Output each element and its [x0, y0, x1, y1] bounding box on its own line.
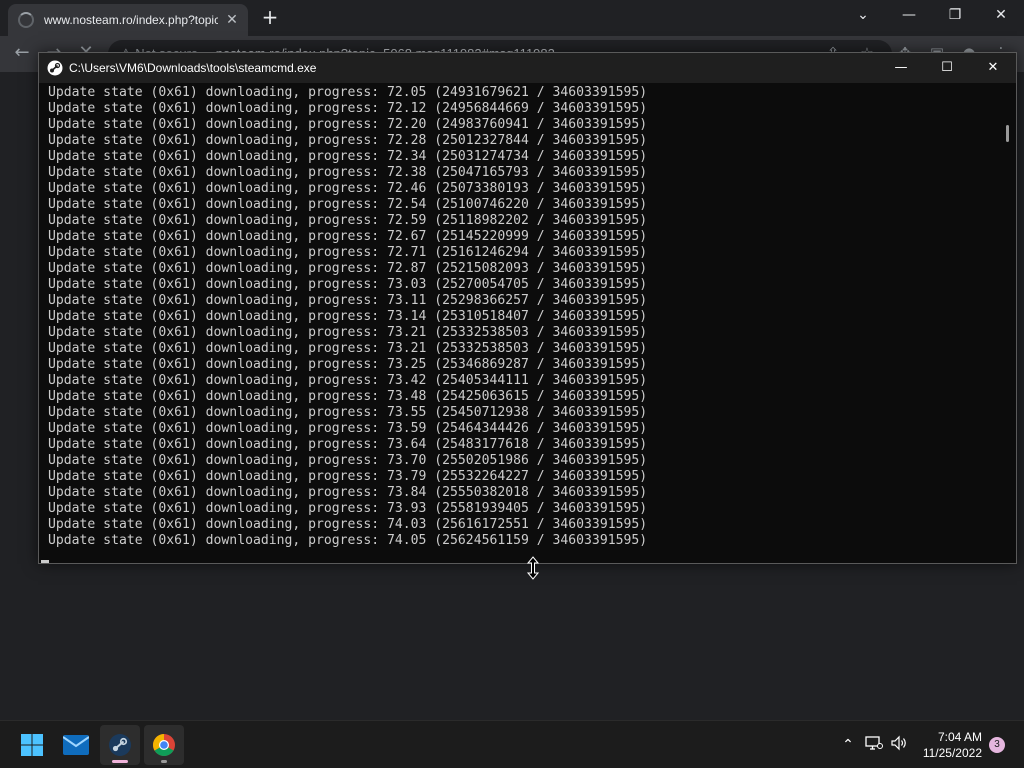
console-line: Update state (0x61) downloading, progres… [48, 117, 648, 132]
console-line: Update state (0x61) downloading, progres… [48, 213, 648, 228]
console-title: C:\Users\VM6\Downloads\tools\steamcmd.ex… [69, 61, 317, 75]
console-window[interactable]: C:\Users\VM6\Downloads\tools\steamcmd.ex… [38, 52, 1017, 564]
browser-tab[interactable]: www.nosteam.ro/index.php?topic=5068.msg1… [8, 4, 248, 36]
browser-minimize-button[interactable]: — [886, 0, 932, 30]
console-line: Update state (0x61) downloading, progres… [48, 309, 648, 324]
network-icon[interactable] [864, 735, 884, 755]
console-line: Update state (0x61) downloading, progres… [48, 149, 648, 164]
clock-time: 7:04 AM [937, 730, 982, 744]
loading-spinner-icon [18, 12, 34, 28]
console-line: Update state (0x61) downloading, progres… [48, 389, 648, 404]
console-line: Update state (0x61) downloading, progres… [48, 533, 648, 548]
console-line: Update state (0x61) downloading, progres… [48, 85, 648, 100]
console-line: Update state (0x61) downloading, progres… [48, 101, 648, 116]
console-line: Update state (0x61) downloading, progres… [48, 421, 648, 436]
console-line: Update state (0x61) downloading, progres… [48, 405, 648, 420]
notification-badge[interactable]: 3 [989, 737, 1005, 753]
console-line: Update state (0x61) downloading, progres… [48, 197, 648, 212]
browser-tabstrip: www.nosteam.ro/index.php?topic=5068.msg1… [0, 0, 1024, 36]
console-line: Update state (0x61) downloading, progres… [48, 453, 648, 468]
console-line: Update state (0x61) downloading, progres… [48, 293, 648, 308]
steam-icon [47, 60, 63, 76]
active-app-indicator [112, 760, 128, 763]
taskbar-clock[interactable]: 7:04 AM 11/25/2022 [923, 729, 982, 761]
console-scrollbar[interactable] [999, 83, 1016, 563]
start-button[interactable] [12, 725, 52, 765]
tab-close-icon[interactable]: ✕ [224, 12, 240, 28]
tab-search-icon[interactable]: ⌄ [840, 0, 886, 30]
console-line: Update state (0x61) downloading, progres… [48, 165, 648, 180]
running-app-indicator [161, 760, 167, 763]
console-close-button[interactable]: ✕ [970, 53, 1016, 83]
mail-icon [63, 735, 89, 755]
console-line: Update state (0x61) downloading, progres… [48, 485, 648, 500]
clock-date: 11/25/2022 [922, 746, 982, 760]
console-output[interactable]: Update state (0x61) downloading, progres… [39, 83, 999, 563]
steam-icon [109, 734, 131, 756]
tab-title: www.nosteam.ro/index.php?topic=5068.msg1… [44, 13, 218, 27]
console-line: Update state (0x61) downloading, progres… [48, 501, 648, 516]
taskbar-steam[interactable] [100, 725, 140, 765]
console-line: Update state (0x61) downloading, progres… [48, 245, 648, 260]
volume-icon[interactable] [889, 735, 909, 755]
console-line: Update state (0x61) downloading, progres… [48, 469, 648, 484]
console-line: Update state (0x61) downloading, progres… [48, 181, 648, 196]
console-line: Update state (0x61) downloading, progres… [48, 373, 648, 388]
console-line: Update state (0x61) downloading, progres… [48, 517, 648, 532]
scrollbar-thumb[interactable] [1006, 125, 1009, 142]
resize-cursor-icon [526, 556, 540, 580]
taskbar-chrome[interactable] [144, 725, 184, 765]
back-arrow-icon[interactable]: ← [10, 42, 34, 66]
taskbar-mail[interactable] [56, 725, 96, 765]
console-maximize-button[interactable]: ☐ [924, 53, 970, 83]
console-line: Update state (0x61) downloading, progres… [48, 437, 648, 452]
browser-restore-button[interactable]: ❐ [932, 0, 978, 30]
text-cursor [41, 560, 49, 563]
console-line: Update state (0x61) downloading, progres… [48, 261, 648, 276]
console-line: Update state (0x61) downloading, progres… [48, 229, 648, 244]
new-tab-button[interactable]: + [258, 6, 282, 30]
console-minimize-button[interactable]: — [878, 53, 924, 83]
console-line: Update state (0x61) downloading, progres… [48, 341, 648, 356]
chrome-icon [153, 734, 175, 756]
browser-close-button[interactable]: ✕ [978, 0, 1024, 30]
console-line: Update state (0x61) downloading, progres… [48, 277, 648, 292]
taskbar: ⌃ 7:04 AM 11/25/2022 3 [0, 720, 1024, 768]
start-icon [21, 734, 43, 756]
console-titlebar[interactable]: C:\Users\VM6\Downloads\tools\steamcmd.ex… [39, 53, 1016, 83]
console-line: Update state (0x61) downloading, progres… [48, 357, 648, 372]
console-line: Update state (0x61) downloading, progres… [48, 325, 648, 340]
chevron-up-icon[interactable]: ⌃ [838, 735, 858, 755]
console-line: Update state (0x61) downloading, progres… [48, 133, 648, 148]
